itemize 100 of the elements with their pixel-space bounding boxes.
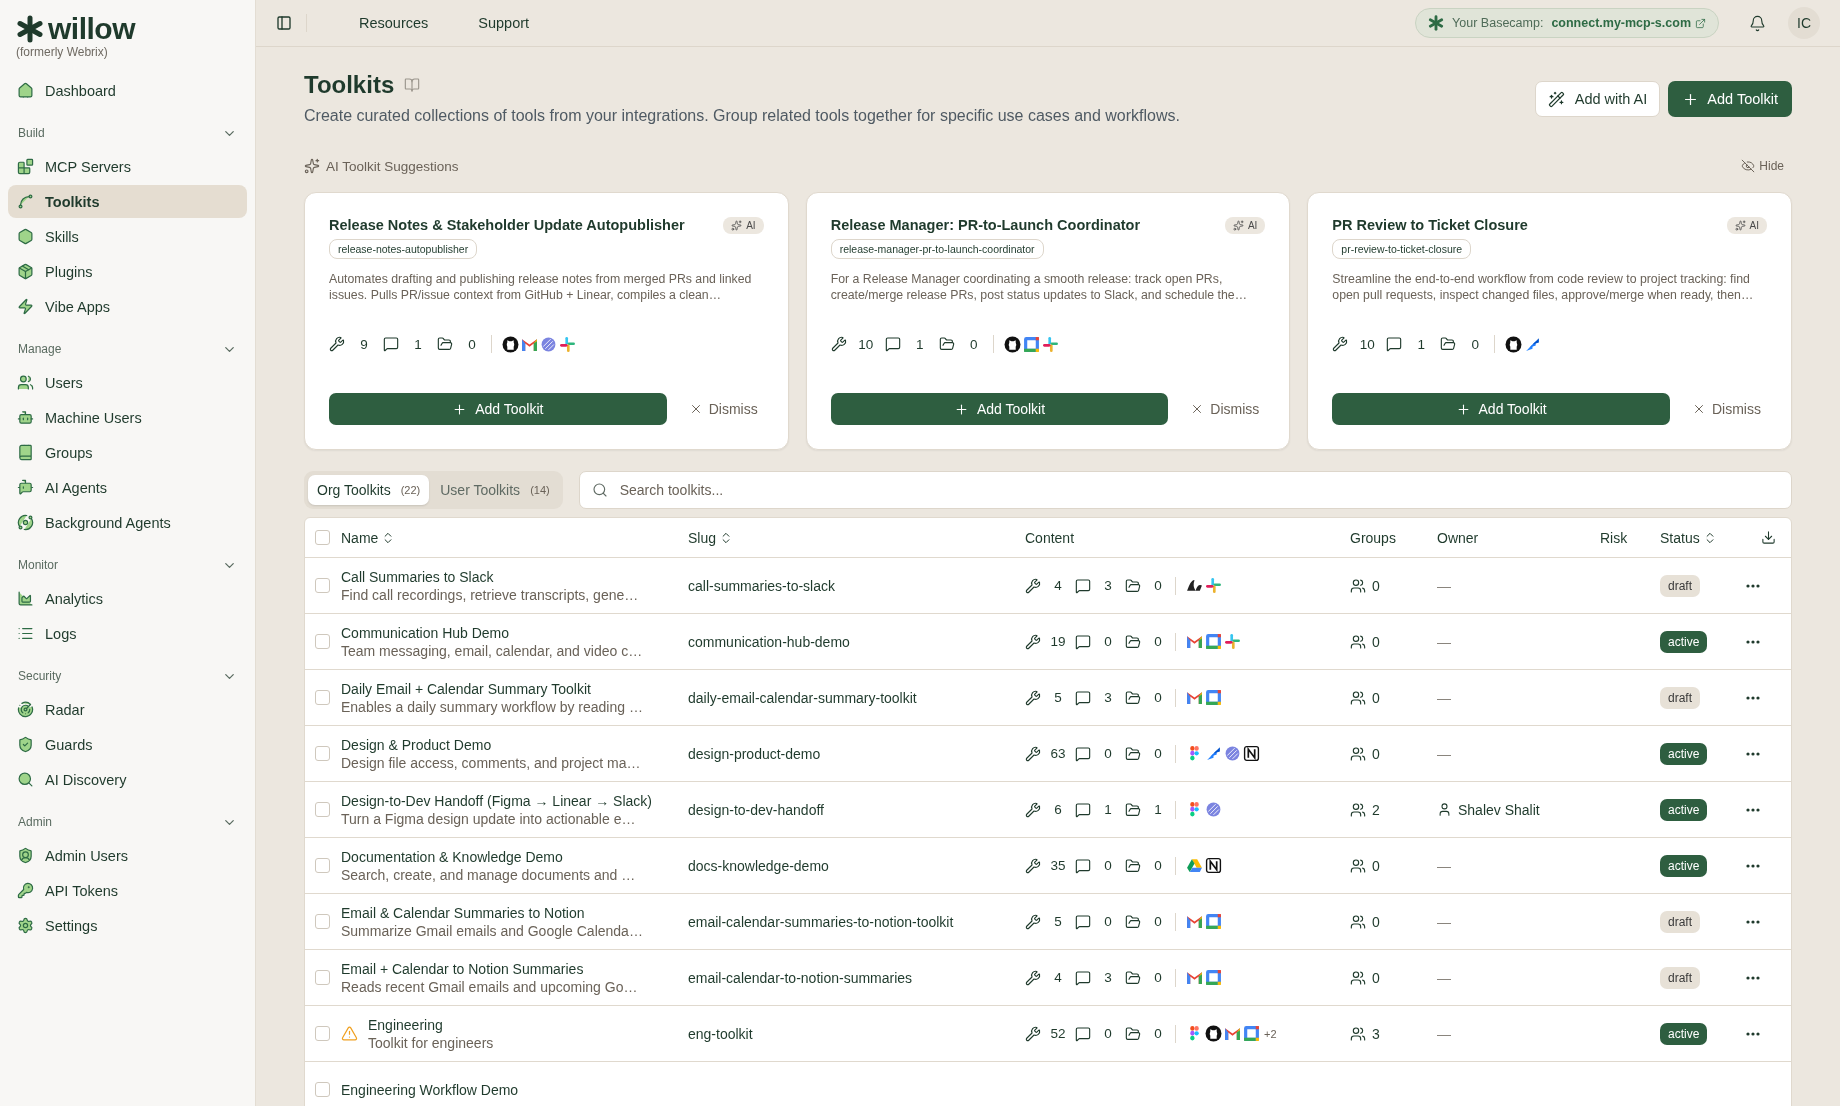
user-avatar[interactable]: IC (1788, 7, 1820, 39)
toolkit-name[interactable]: Engineering (368, 1016, 494, 1033)
row-checkbox[interactable] (315, 858, 330, 873)
column-header[interactable]: Status (1660, 529, 1746, 546)
chat-icon (1075, 913, 1091, 930)
users-icon (1350, 969, 1366, 986)
row-checkbox[interactable] (315, 1082, 330, 1097)
users-icon (1350, 801, 1366, 818)
sidebar-toggle-icon[interactable] (276, 15, 292, 31)
dismiss-button[interactable]: Dismiss (1184, 401, 1266, 417)
row-checkbox[interactable] (315, 578, 330, 593)
nav-item[interactable]: Machine Users (8, 401, 247, 434)
tool-count: 5 (1053, 914, 1063, 929)
table-row[interactable]: Call Summaries to Slack Find call recordings, retrieve transcripts, gene… call-summaries-to-slack 4 3 0 0 — draft (305, 558, 1791, 614)
slug-cell-text: email-calendar-to-notion-summaries (688, 969, 914, 986)
nav-item[interactable]: Users (8, 366, 247, 399)
table-row[interactable]: Daily Email + Calendar Summary Toolkit Enables a daily summary workflow by reading … daily-email-calendar-summary-toolkit 5 3 0 0 — draft (305, 670, 1791, 726)
toolkit-name[interactable]: Documentation & Knowledge Demo (341, 848, 636, 865)
add-toolkit-button[interactable]: Add Toolkit (830, 393, 1169, 425)
bell-icon[interactable] (1749, 14, 1766, 32)
user-icon (1437, 802, 1452, 817)
users-icon (1350, 913, 1366, 930)
nav-item[interactable]: Admin Users (8, 839, 247, 872)
nav-item[interactable]: Vibe Apps (8, 290, 247, 323)
table-row[interactable]: Communication Hub Demo Team messaging, email, calendar, and video c… communication-hub-demo 19 0 0 0 — active (305, 614, 1791, 670)
plus-icon (1455, 401, 1471, 417)
nav-item[interactable]: Logs (8, 617, 247, 650)
toolkit-name[interactable]: Design-to-Dev Handoff (Figma → Linear → Slack) (341, 792, 652, 809)
row-checkbox[interactable] (315, 802, 330, 817)
owner-cell: — (1437, 577, 1451, 594)
row-checkbox[interactable] (315, 690, 330, 705)
table-row[interactable]: Design & Product Demo Design file access, comments, and project ma… design-product-demo 63 0 0 0 — active (305, 726, 1791, 782)
users-icon (17, 374, 34, 391)
row-checkbox[interactable] (315, 634, 330, 649)
nav-item[interactable]: Guards (8, 728, 247, 761)
top-link[interactable]: Resources (359, 15, 429, 31)
toolkit-name[interactable]: Engineering Workflow Demo (341, 1081, 519, 1098)
nav-item[interactable]: Radar (8, 693, 247, 726)
drive-icon (1186, 857, 1203, 874)
add-toolkit-button[interactable]: Add Toolkit (1668, 81, 1792, 117)
prompt-count: 1 (1103, 802, 1113, 817)
toolkit-name[interactable]: Email + Calendar to Notion Summaries (341, 960, 638, 977)
select-all-checkbox[interactable] (315, 530, 330, 545)
shield-user-icon (17, 847, 34, 864)
column-header[interactable]: Name (341, 529, 688, 546)
wrench-icon (1025, 857, 1041, 874)
table-row[interactable]: Design-to-Dev Handoff (Figma → Linear → Slack) Turn a Figma design update into actionable e… design-to-dev-handoff 6 1 1 2 Shalev Shalit active (305, 782, 1791, 838)
table-row[interactable]: Documentation & Knowledge Demo Search, create, and manage documents and … docs-knowledge-demo 35 0 0 0 — active (305, 838, 1791, 894)
owner-cell: — (1437, 969, 1451, 986)
dismiss-button[interactable]: Dismiss (682, 401, 764, 417)
nav-item[interactable]: API Tokens (8, 874, 247, 907)
basecamp-link[interactable]: Your Basecamp: connect.my-mcp-s.com (1415, 8, 1719, 38)
nav-item[interactable]: Skills (8, 220, 247, 253)
folder-icon (1125, 633, 1141, 650)
column-header[interactable]: Slug (688, 529, 1025, 546)
folder-icon (437, 336, 453, 352)
toolkit-name[interactable]: Call Summaries to Slack (341, 568, 639, 585)
row-checkbox[interactable] (315, 746, 330, 761)
nav-item[interactable]: AI Discovery (8, 763, 247, 796)
group-count: 0 (1372, 633, 1380, 650)
dismiss-button[interactable]: Dismiss (1686, 401, 1767, 417)
hide-button[interactable]: Hide (1741, 159, 1792, 173)
add-toolkit-button[interactable]: Add Toolkit (1332, 393, 1670, 425)
ellipsis-icon (1746, 1031, 1760, 1036)
table-row[interactable]: Engineering Workflow Demo (305, 1062, 1791, 1106)
row-checkbox[interactable] (315, 1026, 330, 1041)
nav-item[interactable]: Settings (8, 909, 247, 942)
row-checkbox[interactable] (315, 914, 330, 929)
search-field[interactable]: Search toolkits... (578, 471, 1792, 509)
toolkit-tab[interactable]: Org Toolkits (22) (308, 475, 430, 505)
search-input[interactable]: Search toolkits... (617, 481, 1779, 499)
toolkit-tab[interactable]: User Toolkits (14) (431, 475, 559, 505)
nav-item[interactable]: Plugins (8, 255, 247, 288)
nav-item[interactable]: Analytics (8, 582, 247, 615)
row-checkbox[interactable] (315, 970, 330, 985)
toolkit-name[interactable]: Daily Email + Calendar Summary Toolkit (341, 680, 643, 697)
table-row[interactable]: Engineering Toolkit for engineers eng-toolkit 52 0 0 +2 3 — active (305, 1006, 1791, 1062)
nav-item[interactable]: AI Agents (8, 471, 247, 504)
toolkit-name[interactable]: Communication Hub Demo (341, 624, 643, 641)
toolkit-name[interactable]: Email & Calendar Summaries to Notion (341, 904, 643, 921)
owner-cell: — (1437, 745, 1451, 762)
folder-icon (1125, 801, 1141, 818)
users-icon (1350, 857, 1366, 874)
owner-cell: Shalev Shalit (1458, 801, 1540, 818)
sparkles-icon (304, 158, 320, 174)
resource-count: 0 (1153, 746, 1163, 761)
ellipsis-icon (1746, 639, 1760, 644)
add-with-ai-button[interactable]: Add with AI (1534, 81, 1661, 117)
table-row[interactable]: Email & Calendar Summaries to Notion Summarize Gmail emails and Google Calenda… email-calendar-summaries-to-notion-toolkit 5 0 0 0 — draft (305, 894, 1791, 950)
status-badge: active (1660, 742, 1708, 765)
nav-item[interactable]: Toolkits (8, 185, 247, 218)
nav-item[interactable]: Dashboard (8, 74, 247, 107)
nav-item[interactable]: Groups (8, 436, 247, 469)
resource-count: 0 (1153, 970, 1163, 985)
nav-item[interactable]: Background Agents (8, 506, 247, 539)
table-row[interactable]: Email + Calendar to Notion Summaries Reads recent Gmail emails and upcoming Go… email-calendar-to-notion-summaries 4 3 0 0 — draft (305, 950, 1791, 1006)
top-link[interactable]: Support (478, 15, 530, 31)
toolkit-name[interactable]: Design & Product Demo (341, 736, 641, 753)
nav-item[interactable]: MCP Servers (8, 150, 247, 183)
add-toolkit-button[interactable]: Add Toolkit (329, 393, 667, 425)
